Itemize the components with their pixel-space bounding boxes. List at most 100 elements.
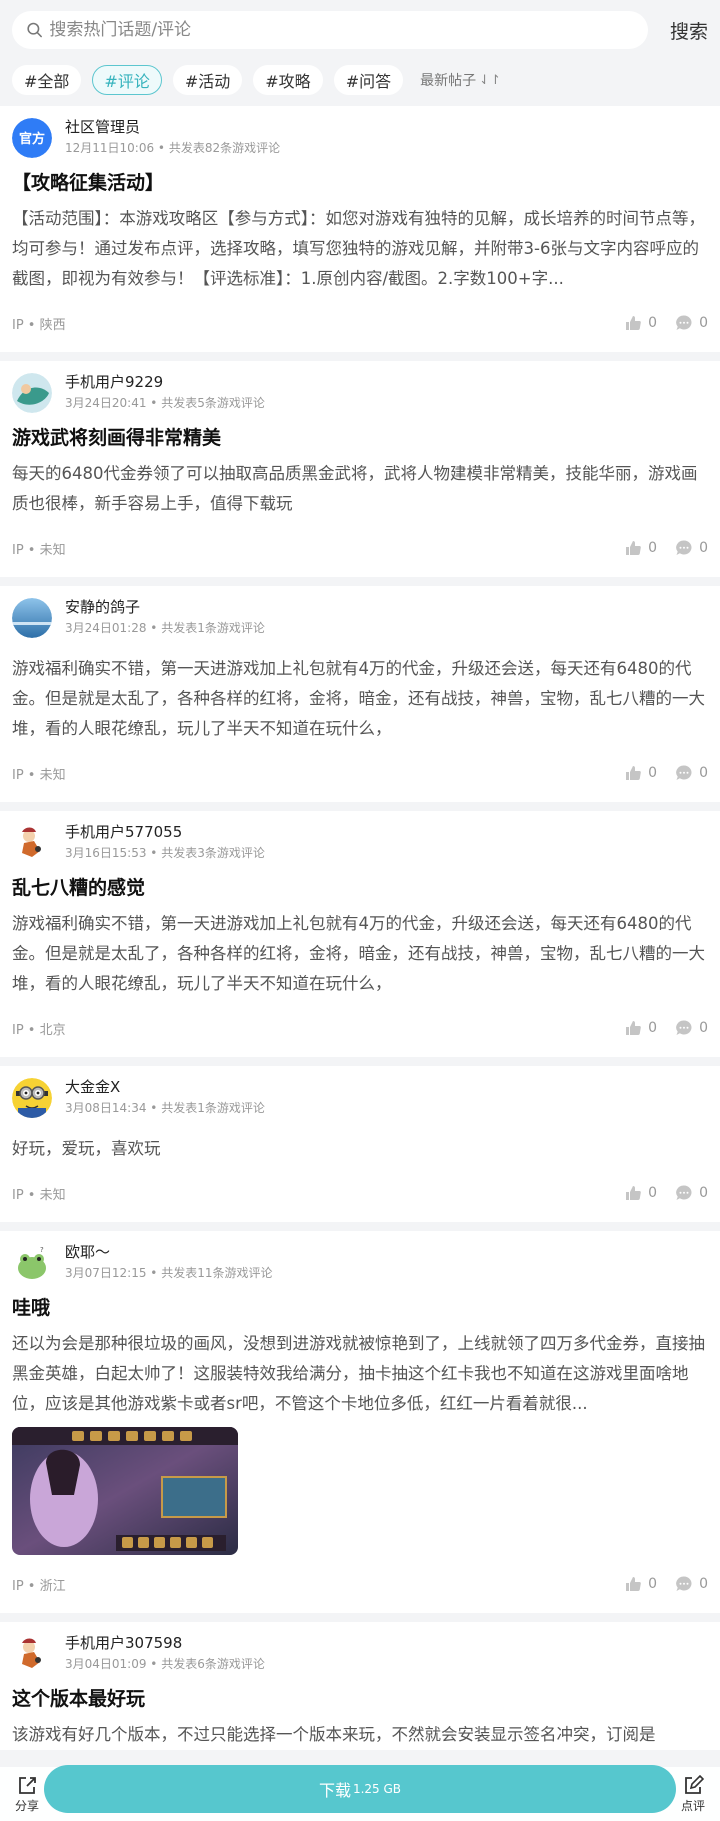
like-button[interactable]: 0 [624, 539, 657, 557]
author-name[interactable]: 手机用户9229 [65, 371, 265, 393]
user-avatar[interactable] [12, 598, 52, 638]
comment-button[interactable]: 0 [675, 1575, 708, 1593]
author-name[interactable]: 手机用户577055 [65, 821, 265, 843]
user-avatar[interactable] [12, 823, 52, 863]
post-card[interactable]: 手机用户577055 3月16日15:53 • 共发表3条游戏评论 乱七八糟的感… [0, 811, 720, 1057]
comment-count: 0 [699, 1185, 708, 1201]
post-title: 这个版本最好玩 [12, 1688, 146, 1710]
like-count: 0 [648, 315, 658, 331]
thumbs-up-icon [626, 1021, 641, 1035]
post-meta: 3月16日15:53 • 共发表3条游戏评论 [65, 846, 265, 860]
post-footer: IP • 陕西 0 0 [12, 294, 708, 352]
comment-button[interactable]: 0 [675, 314, 708, 332]
ip-location: IP • 未知 [12, 767, 66, 783]
post-title: 游戏武将刻画得非常精美 [12, 427, 222, 449]
thumbs-up-icon [626, 766, 641, 780]
user-avatar[interactable] [12, 373, 52, 413]
comment-bubble-icon [676, 540, 692, 555]
comment-bubble-icon [676, 1576, 692, 1591]
search-button[interactable]: 搜索 [648, 17, 708, 44]
user-avatar[interactable]: ? [12, 1243, 52, 1283]
search-row: 搜索 [12, 10, 708, 50]
post-body: 还以为会是那种很垃圾的画风，没想到进游戏就被惊艳到了，上线就领了四万多代金券，直… [12, 1334, 705, 1413]
filter-chip-guides[interactable]: #攻略 [253, 65, 323, 95]
comment-bubble-icon [676, 315, 692, 330]
post-body: 每天的6480代金券领了可以抽取高品质黑金武将，武将人物建模非常精美，技能华丽，… [12, 464, 698, 513]
filter-chip-events[interactable]: #活动 [172, 65, 243, 95]
author-name[interactable]: 大金金X [65, 1076, 265, 1098]
comment-count: 0 [699, 1576, 708, 1592]
download-button[interactable]: 下载 1.25 GB [44, 1765, 676, 1813]
comment-button[interactable]: 0 [675, 1019, 708, 1037]
sort-dropdown[interactable]: 最新帖子 ⇃↾ [420, 70, 501, 90]
search-input[interactable] [49, 20, 648, 40]
post-footer: IP • 浙江 0 0 [12, 1555, 708, 1613]
filter-bar: #全部 #评论 #活动 #攻略 #问答 最新帖子 ⇃↾ [12, 50, 708, 106]
post-card[interactable]: 手机用户307598 3月04日01:09 • 共发表6条游戏评论 这个版本最好… [0, 1622, 720, 1750]
author-name[interactable]: 社区管理员 [65, 116, 280, 138]
like-button[interactable]: 0 [624, 1019, 657, 1037]
comment-count: 0 [699, 1020, 708, 1036]
user-avatar[interactable] [12, 1078, 52, 1118]
filter-chip-all[interactable]: #全部 [12, 65, 82, 95]
filter-chip-qa[interactable]: #问答 [333, 65, 404, 95]
like-button[interactable]: 0 [624, 764, 657, 782]
comment-button[interactable]: 0 [675, 539, 708, 557]
post-footer: IP • 未知 0 0 [12, 519, 708, 577]
review-button[interactable]: 点评 [678, 1774, 708, 1814]
header: 搜索 #全部 #评论 #活动 #攻略 #问答 最新帖子 ⇃↾ [0, 0, 720, 106]
author-name[interactable]: 安静的鸽子 [65, 596, 265, 618]
post-card[interactable]: 手机用户9229 3月24日20:41 • 共发表5条游戏评论 游戏武将刻画得非… [0, 361, 720, 577]
post-author: 官方 社区管理员 12月11日10:06 • 共发表82条游戏评论 [12, 118, 708, 164]
share-button[interactable]: 分享 [12, 1775, 42, 1814]
post-author: 手机用户307598 3月04日01:09 • 共发表6条游戏评论 [12, 1634, 708, 1680]
author-name[interactable]: 手机用户307598 [65, 1632, 265, 1654]
post-body: 【活动范围】：本游戏攻略区【参与方式】：如您对游戏有独特的见解，成长培养的时间节… [12, 209, 705, 288]
svg-text:官方: 官方 [19, 131, 45, 147]
comment-bubble-icon [676, 1185, 692, 1200]
filter-chip-reviews[interactable]: #评论 [92, 65, 162, 95]
post-body: 游戏福利确实不错，第一天进游戏加上礼包就有4万的代金，升级还会送，每天还有648… [12, 914, 705, 993]
search-icon [27, 22, 42, 38]
review-label: 点评 [680, 1798, 705, 1813]
post-card[interactable]: 大金金X 3月08日14:34 • 共发表1条游戏评论 好玩，爱玩，喜欢玩 IP… [0, 1066, 720, 1222]
thumbs-up-icon [626, 1577, 641, 1591]
author-name[interactable]: 欧耶～ [65, 1241, 272, 1263]
post-footer: IP • 未知 0 0 [12, 1164, 708, 1222]
post-author: 大金金X 3月08日14:34 • 共发表1条游戏评论 [12, 1078, 708, 1124]
comment-count: 0 [699, 315, 708, 331]
ip-location: IP • 未知 [12, 1187, 66, 1203]
post-title: 哇哦 [12, 1297, 51, 1319]
post-footer: IP • 未知 0 0 [12, 744, 708, 802]
page: 搜索 #全部 #评论 #活动 #攻略 #问答 最新帖子 ⇃↾ 官方 社区管理员 … [0, 0, 720, 1821]
official-avatar[interactable]: 官方 [12, 118, 52, 158]
comment-button[interactable]: 0 [675, 1184, 708, 1202]
game-screenshot-image[interactable] [12, 1427, 238, 1555]
post-body: 好玩，爱玩，喜欢玩 [12, 1139, 161, 1158]
post-meta: 3月04日01:09 • 共发表6条游戏评论 [65, 1657, 265, 1671]
share-label: 分享 [14, 1798, 39, 1813]
ip-location: IP • 北京 [12, 1022, 66, 1038]
post-author: 安静的鸽子 3月24日01:28 • 共发表1条游戏评论 [12, 598, 708, 644]
post-meta: 12月11日10:06 • 共发表82条游戏评论 [65, 141, 281, 155]
post-footer: IP • 北京 0 0 [12, 999, 708, 1057]
search-box[interactable] [12, 11, 648, 49]
like-count: 0 [648, 1185, 658, 1201]
post-card[interactable]: 安静的鸽子 3月24日01:28 • 共发表1条游戏评论 游戏福利确实不错，第一… [0, 586, 720, 802]
thumbs-up-icon [626, 316, 641, 330]
post-card[interactable]: 官方 社区管理员 12月11日10:06 • 共发表82条游戏评论 【攻略征集活… [0, 106, 720, 352]
like-count: 0 [648, 765, 658, 781]
comment-button[interactable]: 0 [675, 764, 708, 782]
like-button[interactable]: 0 [624, 1575, 657, 1593]
comment-count: 0 [699, 540, 708, 556]
user-avatar[interactable] [12, 1634, 52, 1674]
post-card[interactable]: ? 欧耶～ 3月07日12:15 • 共发表11条游戏评论 哇哦 还以为会是那种… [0, 1231, 720, 1613]
post-author: ? 欧耶～ 3月07日12:15 • 共发表11条游戏评论 [12, 1243, 708, 1289]
post-title: 乱七八糟的感觉 [12, 877, 146, 899]
comment-bubble-icon [676, 765, 692, 780]
like-button[interactable]: 0 [624, 314, 657, 332]
like-button[interactable]: 0 [624, 1184, 657, 1202]
post-body: 游戏福利确实不错，第一天进游戏加上礼包就有4万的代金，升级还会送，每天还有648… [12, 659, 705, 738]
thumbs-up-icon [626, 541, 641, 555]
post-meta: 3月24日01:28 • 共发表1条游戏评论 [65, 621, 265, 635]
